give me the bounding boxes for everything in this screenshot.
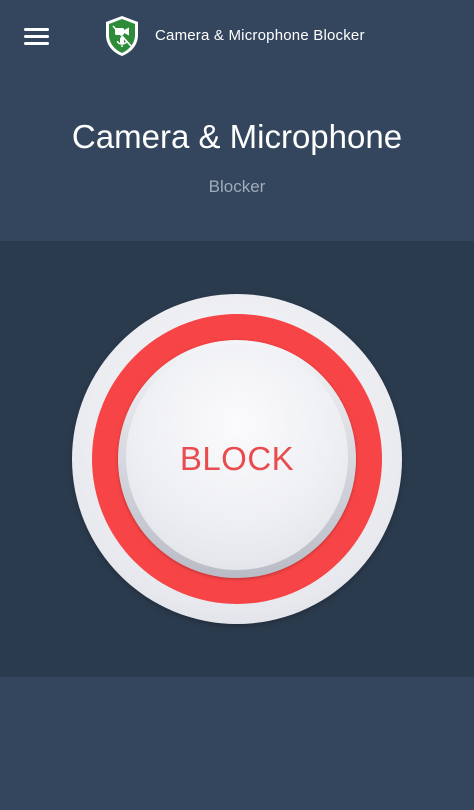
app-screen: Camera & Microphone Blocker Camera & Mic… (0, 0, 474, 810)
block-button[interactable]: BLOCK (126, 344, 348, 570)
menu-line (24, 28, 49, 31)
page-title: Camera & Microphone (71, 118, 403, 155)
shield-logo-icon (106, 16, 138, 56)
block-button-label: BLOCK (179, 440, 295, 477)
app-title: Camera & Microphone Blocker (155, 27, 365, 44)
menu-line (24, 42, 49, 45)
page-subtitle: Blocker (208, 177, 266, 196)
hamburger-menu-icon[interactable] (20, 24, 54, 50)
menu-line (24, 35, 49, 38)
app-bar: Camera & Microphone Blocker (0, 0, 474, 72)
